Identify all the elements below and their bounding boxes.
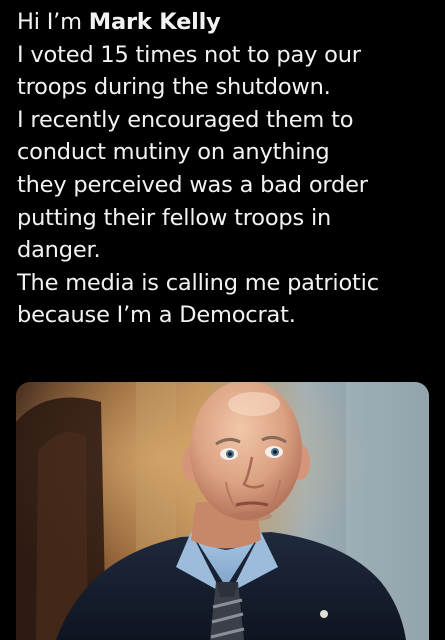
post-text: Hi I’m Mark Kelly I voted 15 times not t… xyxy=(17,6,437,332)
post-line: I voted 15 times not to pay our xyxy=(17,41,361,68)
post-line: I recently encouraged them to xyxy=(17,106,354,133)
post-author-name: Mark Kelly xyxy=(88,9,221,35)
post-greeting: Hi I’m xyxy=(17,9,89,35)
post-line: putting their fellow troops in xyxy=(17,204,332,231)
post-line: danger. xyxy=(17,237,101,264)
post-photo[interactable] xyxy=(16,382,429,640)
post-line: The media is calling me patriotic xyxy=(17,269,379,296)
portrait-illustration xyxy=(16,382,429,640)
post-first-line: Hi I’m Mark Kelly xyxy=(17,6,437,39)
post-line: because I’m a Democrat. xyxy=(17,302,296,329)
post-line: they perceived was a bad order xyxy=(17,171,368,198)
post: Hi I’m Mark Kelly I voted 15 times not t… xyxy=(0,0,445,640)
post-line: conduct mutiny on anything xyxy=(17,139,330,166)
post-line: troops during the shutdown. xyxy=(17,74,331,101)
